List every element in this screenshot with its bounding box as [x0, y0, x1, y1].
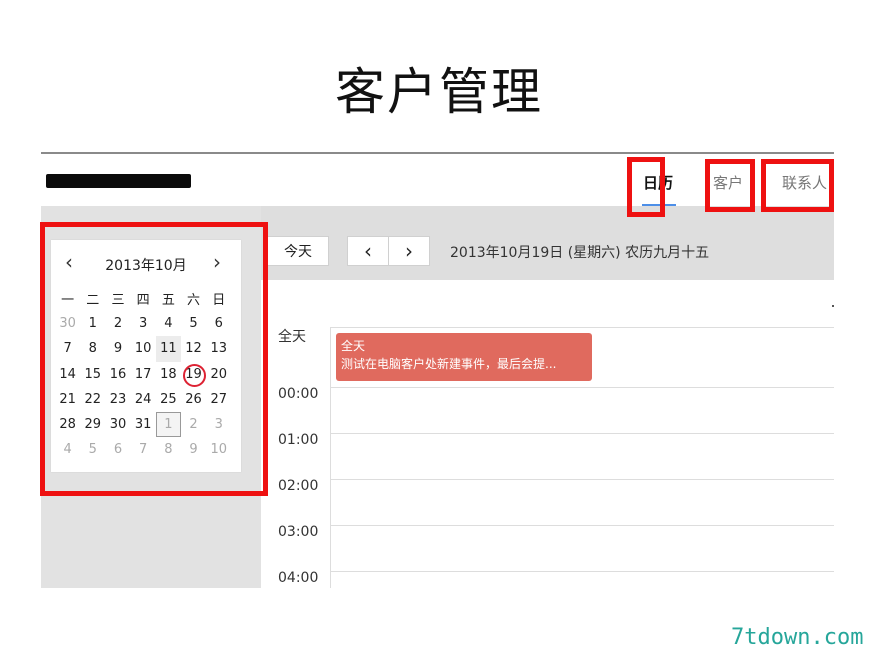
highlight-box-customers-tab [705, 159, 755, 212]
hour-label: 01:00 [278, 432, 319, 448]
all-day-label: 全天 [278, 329, 306, 345]
hour-gridline [330, 387, 834, 388]
redacted-app-name [46, 174, 191, 188]
all-day-event[interactable]: 全天 测试在电脑客户处新建事件，最后会提... [336, 333, 592, 381]
scroll-marker [832, 305, 834, 307]
highlight-box-mini-calendar [40, 222, 268, 496]
all-day-row-border [330, 327, 834, 328]
highlight-box-contacts-tab [761, 159, 834, 212]
main-pane: 今天 ‹ › 2013年10月19日 (星期六) 农历九月十五 全天 全天 测试… [261, 206, 834, 588]
highlight-box-calendar-tab [627, 157, 665, 217]
today-button[interactable]: 今天 [267, 236, 329, 266]
hour-gridline [330, 479, 834, 480]
hour-gridline [330, 525, 834, 526]
hour-label: 02:00 [278, 478, 319, 494]
hour-label: 04:00 [278, 570, 319, 586]
next-day-button[interactable]: › [388, 236, 430, 266]
current-date-label: 2013年10月19日 (星期六) 农历九月十五 [450, 245, 710, 261]
hour-gridline [330, 571, 834, 572]
hour-label: 00:00 [278, 386, 319, 402]
day-view: 全天 全天 测试在电脑客户处新建事件，最后会提... 00:00 01:00 0… [261, 280, 834, 588]
hour-gridline [330, 433, 834, 434]
hour-label: 03:00 [278, 524, 319, 540]
time-axis-divider [330, 327, 331, 588]
watermark: 7tdown.com [731, 625, 864, 650]
slide-title: 客户管理 [335, 63, 543, 121]
event-text: 测试在电脑客户处新建事件，最后会提... [341, 357, 557, 371]
prev-day-button[interactable]: ‹ [347, 236, 389, 266]
event-title: 全天 [341, 339, 366, 353]
